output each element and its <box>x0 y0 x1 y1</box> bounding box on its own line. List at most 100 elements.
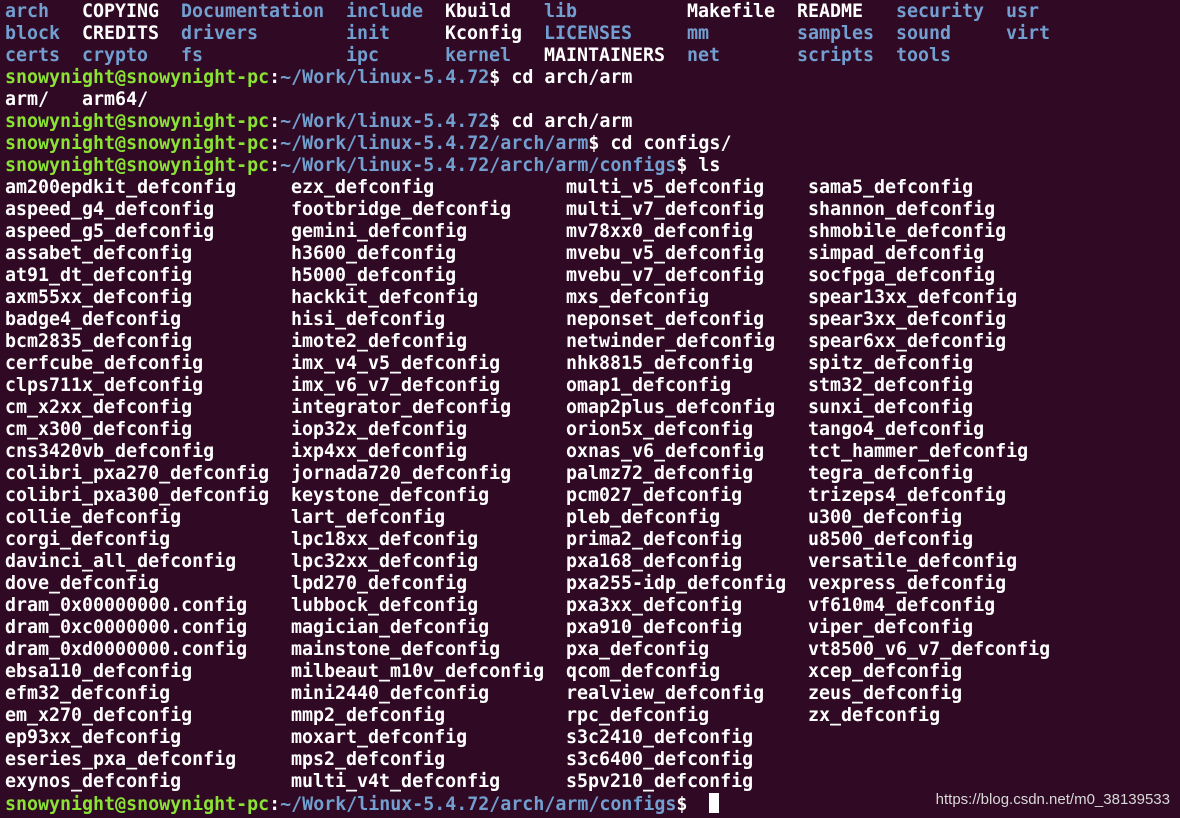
command-text <box>687 794 698 815</box>
config-file-entry: h5000_defconfig <box>291 265 457 286</box>
config-file-entry: sama5_defconfig <box>808 177 974 198</box>
prompt-line: snowynight@snowynight-pc:~/Work/linux-5.… <box>5 155 1175 177</box>
config-file-entry: eseries_pxa_defconfig <box>5 749 237 770</box>
config-file-entry: nhk8815_defconfig <box>566 353 754 374</box>
config-file-entry: ebsa110_defconfig <box>5 661 193 682</box>
config-file-entry: imx_v6_v7_defconfig <box>291 375 501 396</box>
config-file-entry: s5pv210_defconfig <box>566 771 754 792</box>
config-file-entry: imote2_defconfig <box>291 331 468 352</box>
text-cursor[interactable] <box>709 793 720 813</box>
config-file-entry: qcom_defconfig <box>566 661 721 682</box>
ls-output-row: davinci_all_defconfig lpc32xx_defconfig px… <box>5 551 1175 573</box>
ls-output-row: am200epdkit_defconfig ezx_defconfig multi_… <box>5 177 1175 199</box>
config-file-entry: lpc18xx_defconfig <box>291 529 479 550</box>
ls-output-row: collie_defconfig lart_defconfig pleb_defco… <box>5 507 1175 529</box>
watermark: https://blog.csdn.net/m0_38139533 <box>935 791 1170 808</box>
file-entry: MAINTAINERS <box>544 45 666 66</box>
ls-output-row: eseries_pxa_defconfig mps2_defconfig s3c64… <box>5 749 1175 771</box>
command-text: cd arch/arm <box>500 67 633 88</box>
config-file-entry: viper_defconfig <box>808 617 974 638</box>
config-file-entry: dram_0xc0000000.config <box>5 617 248 638</box>
prompt-symbol: $ <box>489 67 501 88</box>
ls-output-row: em_x270_defconfig mmp2_defconfig rpc_defco… <box>5 705 1175 727</box>
root-listing-row: block CREDITS drivers init Kconfig LICENSES mm… <box>5 23 1175 45</box>
ls-output-row: dram_0xc0000000.config magician_defconfig… <box>5 617 1175 639</box>
config-file-entry: moxart_defconfig <box>291 727 468 748</box>
prompt-path: ~/Work/linux-5.4.72 <box>280 111 490 132</box>
config-file-entry: keystone_defconfig <box>291 485 490 506</box>
config-file-entry: trizeps4_defconfig <box>808 485 1007 506</box>
prompt-separator: : <box>269 133 281 154</box>
config-file-entry: dove_defconfig <box>5 573 160 594</box>
config-file-entry: spear6xx_defconfig <box>808 331 1007 352</box>
config-file-entry: colibri_pxa270_defconfig <box>5 463 270 484</box>
config-file-entry: orion5x_defconfig <box>566 419 754 440</box>
config-file-entry: integrator_defconfig <box>291 397 512 418</box>
config-file-entry: ezx_defconfig <box>291 177 435 198</box>
config-file-entry: gemini_defconfig <box>291 221 468 242</box>
config-file-entry: corgi_defconfig <box>5 529 171 550</box>
ls-output-row: dram_0x00000000.config lubbock_defconfig p… <box>5 595 1175 617</box>
config-file-entry: pleb_defconfig <box>566 507 721 528</box>
terminal-window[interactable]: arch COPYING Documentation include Kbuild lib… <box>0 0 1180 818</box>
prompt-separator: : <box>269 794 281 815</box>
config-file-entry: cm_x300_defconfig <box>5 419 193 440</box>
ls-output-row: cns3420vb_defconfig ixp4xx_defconfig oxnas… <box>5 441 1175 463</box>
config-file-entry: netwinder_defconfig <box>566 331 776 352</box>
config-file-entry: sunxi_defconfig <box>808 397 974 418</box>
config-file-entry: lpc32xx_defconfig <box>291 551 479 572</box>
config-file-entry: iop32x_defconfig <box>291 419 468 440</box>
ls-output-row: badge4_defconfig hisi_defconfig neponset_d… <box>5 309 1175 331</box>
config-file-entry: u8500_defconfig <box>808 529 974 550</box>
config-file-entry: multi_v5_defconfig <box>566 177 765 198</box>
config-file-entry: versatile_defconfig <box>808 551 1018 572</box>
config-file-entry: dram_0xd0000000.config <box>5 639 248 660</box>
config-file-entry: vt8500_v6_v7_defconfig <box>808 639 1051 660</box>
prompt-separator: : <box>269 111 281 132</box>
config-file-entry: spear13xx_defconfig <box>808 287 1018 308</box>
config-file-entry: jornada720_defconfig <box>291 463 512 484</box>
config-file-entry: pcm027_defconfig <box>566 485 743 506</box>
ls-output-row: colibri_pxa270_defconfig jornada720_defco… <box>5 463 1175 485</box>
prompt-user-host: snowynight@snowynight-pc <box>5 111 270 132</box>
ls-output-row: cerfcube_defconfig imx_v4_v5_defconfig nhk… <box>5 353 1175 375</box>
config-file-entry: zx_defconfig <box>808 705 941 726</box>
config-file-entry: mv78xx0_defconfig <box>566 221 754 242</box>
config-file-entry: prima2_defconfig <box>566 529 743 550</box>
prompt-path: ~/Work/linux-5.4.72/arch/arm/configs <box>280 155 677 176</box>
config-file-entry: hackkit_defconfig <box>291 287 479 308</box>
config-file-entry: spitz_defconfig <box>808 353 974 374</box>
root-listing-row: arch COPYING Documentation include Kbuild lib… <box>5 1 1175 23</box>
directory-entry: kernel <box>445 45 512 66</box>
config-file-entry: bcm2835_defconfig <box>5 331 193 352</box>
directory-entry: lib <box>544 1 578 22</box>
config-file-entry: clps711x_defconfig <box>5 375 204 396</box>
config-file-entry: rpc_defconfig <box>566 705 710 726</box>
config-file-entry: pxa3xx_defconfig <box>566 595 743 616</box>
config-file-entry: mmp2_defconfig <box>291 705 446 726</box>
config-file-entry: multi_v4t_defconfig <box>291 771 501 792</box>
prompt-user-host: snowynight@snowynight-pc <box>5 794 270 815</box>
file-entry: Makefile <box>687 1 776 22</box>
config-file-entry: pxa255-idp_defconfig <box>566 573 787 594</box>
directory-entry: security <box>896 1 985 22</box>
config-file-entry: em_x270_defconfig <box>5 705 193 726</box>
ls-output-row: at91_dt_defconfig h5000_defconfig mvebu_v7… <box>5 265 1175 287</box>
ls-output-row: ebsa110_defconfig milbeaut_m10v_defconfig… <box>5 661 1175 683</box>
config-file-entry: lpd270_defconfig <box>291 573 468 594</box>
directory-entry: drivers <box>181 23 259 44</box>
command-text: ls <box>687 155 721 176</box>
directory-entry: Documentation <box>181 1 325 22</box>
config-file-entry: simpad_defconfig <box>808 243 985 264</box>
ls-output-row: cm_x2xx_defconfig integrator_defconfig oma… <box>5 397 1175 419</box>
config-file-entry: s3c6400_defconfig <box>566 749 754 770</box>
ls-output-row: exynos_defconfig multi_v4t_defconfig s5pv2… <box>5 771 1175 793</box>
config-file-entry: stm32_defconfig <box>808 375 974 396</box>
config-file-entry: zeus_defconfig <box>808 683 963 704</box>
config-file-entry: vf610m4_defconfig <box>808 595 996 616</box>
config-file-entry: badge4_defconfig <box>5 309 182 330</box>
directory-entry: include <box>346 1 424 22</box>
prompt-symbol: $ <box>588 133 600 154</box>
directory-entry: ipc <box>346 45 380 66</box>
config-file-entry: palmz72_defconfig <box>566 463 754 484</box>
